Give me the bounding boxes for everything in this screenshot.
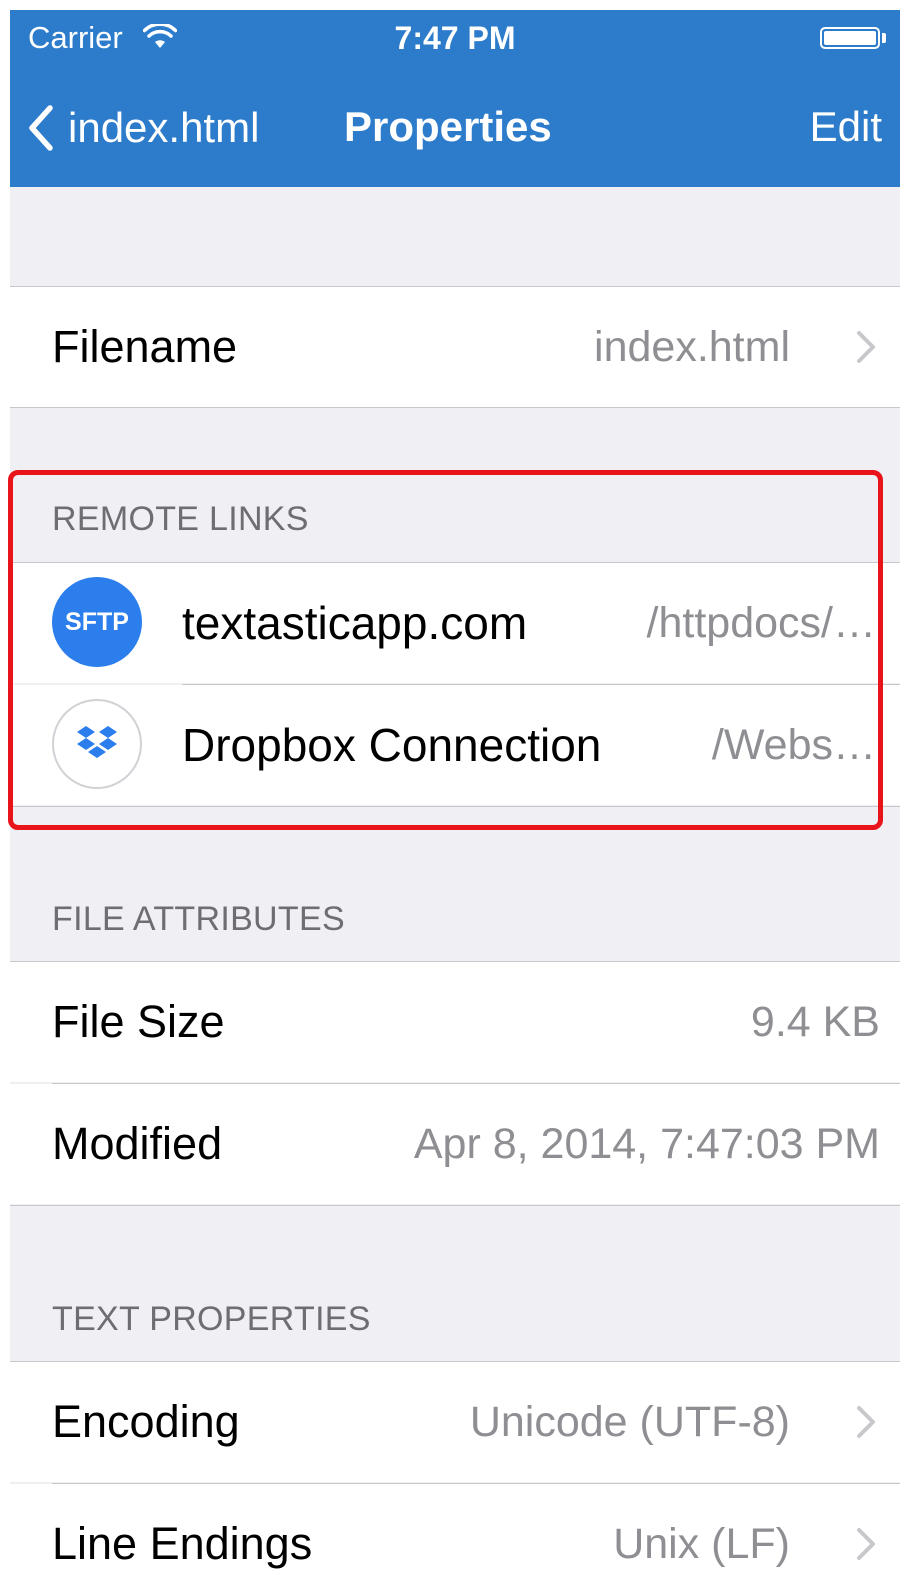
- remote-link-row[interactable]: Dropbox Connection /Webs…: [10, 685, 900, 805]
- remote-link-name: Dropbox Connection: [182, 719, 602, 771]
- encoding-label: Encoding: [52, 1396, 240, 1447]
- dropbox-icon: [52, 699, 142, 789]
- chevron-left-icon: [29, 105, 53, 151]
- battery-tip: [882, 33, 886, 43]
- modified-value: Apr 8, 2014, 7:47:03 PM: [413, 1120, 880, 1168]
- line-endings-label: Line Endings: [52, 1518, 313, 1569]
- back-button[interactable]: index.html: [28, 100, 259, 156]
- section-header-remote-links: REMOTE LINKS: [52, 500, 309, 538]
- section-header-text-properties: TEXT PROPERTIES: [52, 1300, 371, 1338]
- remote-link-path: /httpdocs/…: [646, 599, 876, 647]
- status-time: 7:47 PM: [394, 20, 516, 56]
- app-screen: Carrier 7:47 PM index.html Properties Ed…: [10, 10, 900, 1581]
- filename-value: index.html: [594, 323, 790, 371]
- encoding-row[interactable]: Encoding Unicode (UTF-8): [10, 1362, 900, 1482]
- status-bar: Carrier 7:47 PM: [10, 10, 900, 68]
- sftp-icon-label: SFTP: [65, 607, 129, 636]
- page-title: Properties: [344, 103, 552, 150]
- battery-icon: [820, 27, 880, 49]
- navigation-bar: Carrier 7:47 PM index.html Properties Ed…: [10, 10, 900, 187]
- filename-row[interactable]: Filename index.html: [10, 287, 900, 407]
- chevron-right-icon: [857, 331, 875, 363]
- edit-button[interactable]: Edit: [810, 103, 882, 151]
- line-endings-value: Unix (LF): [613, 1520, 790, 1568]
- filename-label: Filename: [52, 321, 238, 372]
- section-header-file-attributes: FILE ATTRIBUTES: [52, 900, 345, 938]
- back-button-label: index.html: [68, 104, 260, 151]
- sftp-icon: SFTP: [52, 577, 142, 667]
- file-size-value: 9.4 KB: [750, 998, 880, 1046]
- line-endings-row[interactable]: Line Endings Unix (LF): [10, 1484, 900, 1581]
- remote-link-name: textasticapp.com: [182, 597, 528, 649]
- separator: [10, 1205, 900, 1206]
- modified-row: Modified Apr 8, 2014, 7:47:03 PM: [10, 1084, 900, 1204]
- modified-label: Modified: [52, 1118, 223, 1169]
- chevron-right-icon: [857, 1406, 875, 1438]
- remote-link-path: /Webs…: [711, 721, 876, 769]
- separator: [10, 407, 900, 408]
- file-size-label: File Size: [52, 996, 225, 1047]
- separator: [10, 806, 900, 807]
- encoding-value: Unicode (UTF-8): [469, 1398, 790, 1446]
- remote-link-row[interactable]: SFTP textasticapp.com /httpdocs/…: [10, 563, 900, 683]
- file-size-row: File Size 9.4 KB: [10, 962, 900, 1082]
- chevron-right-icon: [857, 1528, 875, 1560]
